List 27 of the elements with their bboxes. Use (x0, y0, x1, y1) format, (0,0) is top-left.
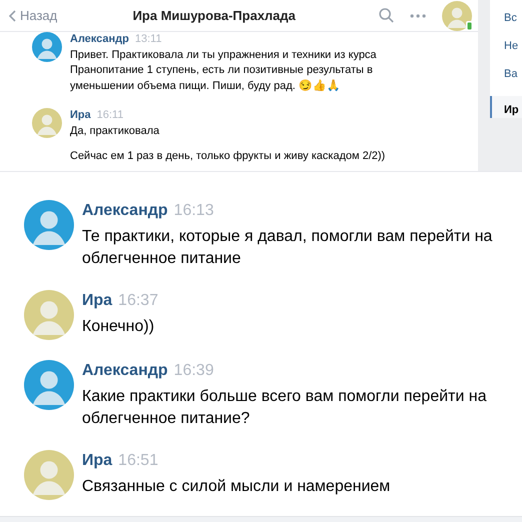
chat-title: Ира Мишурова-Прахлада (132, 6, 297, 25)
message-text: Да, практиковала (70, 124, 160, 138)
message-text: Привет. Практиковала ли ты упражнения и техники из курса Пранопитание 1 ступень, есть ли позитивные результаты в уменьшении объема пищи. Пиши, буду рад. 😏👍🙏 (70, 48, 378, 94)
message-time: 16:39 (174, 362, 214, 379)
message-time: 16:11 (96, 109, 124, 121)
more-icon (410, 14, 426, 18)
sidebar-item[interactable]: Ва (490, 60, 522, 88)
author-name[interactable]: Ира (82, 292, 112, 309)
search-icon (379, 8, 394, 23)
sidebar-item[interactable]: Ир (490, 96, 522, 118)
message-text: Те практики, которые я давал, помогли вам перейти на облегченное питание (82, 227, 494, 269)
message-time: 16:37 (118, 292, 158, 309)
author-name[interactable]: Ира (70, 109, 91, 121)
chevron-left-icon (8, 10, 16, 22)
message-text: Связанные с силой мысли и намерением (82, 477, 390, 497)
message-time: 13:11 (134, 33, 162, 45)
sidebar-item[interactable]: Вс (490, 4, 522, 32)
sidebar-item[interactable]: Не (490, 32, 522, 60)
author-name[interactable]: Александр (82, 362, 168, 379)
message-text: Какие практики больше всего вам помогли перейти на облегченное питание? (82, 387, 488, 429)
message-time: 16:13 (174, 202, 214, 219)
message-time: 16:51 (118, 452, 158, 469)
message-text: Сейчас ем 1 раз в день, только фрукты и живу каскадом 2/2)) (70, 149, 386, 164)
message-text: Конечно)) (82, 317, 156, 337)
author-name[interactable]: Александр (82, 202, 168, 219)
author-name[interactable]: Ира (82, 452, 112, 469)
author-name[interactable]: Александр (70, 33, 129, 45)
